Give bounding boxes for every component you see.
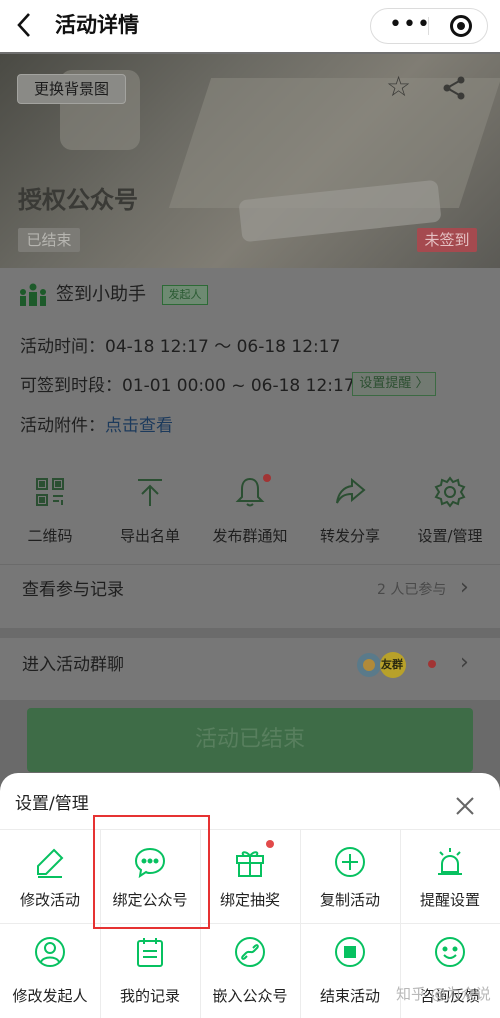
notification-dot [263,474,271,482]
reminder-settings-item[interactable]: 提醒设置 [400,830,500,922]
item-label: 提醒设置 [419,891,480,909]
change-initiator-item[interactable]: 修改发起人 [0,924,100,1016]
item-label: 嵌入公众号 [212,987,288,1005]
action-label: 发布群通知 [212,527,288,545]
qrcode-icon [34,476,66,508]
helper-name: 签到小助手 [56,284,146,305]
mini-program-capsule: ••• [370,8,488,44]
group-chat-label: 进入活动群聊 [22,655,124,675]
activity-time-label: 活动时间： [20,337,105,357]
group-avatars: 友群 [357,651,409,679]
notification-dot [266,840,274,848]
records-label: 查看参与记录 [22,580,124,600]
activity-time-row: 活动时间：04-18 12:17 ～ 06-18 12:17 [20,335,340,359]
status-ended-badge: 已结束 [18,228,80,252]
bind-lottery-item[interactable]: 绑定抽奖 [200,830,300,922]
divider [0,564,500,565]
unread-dot [428,660,436,668]
action-label: 二维码 [27,527,73,545]
user-icon [34,936,66,968]
forward-icon [334,476,366,508]
watermark: 知乎 @为众说 [396,985,491,1003]
plus-circle-icon [334,846,366,878]
gear-icon [434,476,466,508]
participant-count: 2 人已参与 [377,582,447,598]
more-dots-icon[interactable]: ••• [389,11,431,39]
change-background-button[interactable]: 更换背景图 [17,74,126,104]
set-reminder-button[interactable]: 设置提醒 〉 [352,372,436,396]
chevron-right-icon[interactable]: › [460,651,469,675]
copy-activity-item[interactable]: 复制活动 [300,830,400,922]
item-label: 结束活动 [319,987,380,1005]
stop-icon [334,936,366,968]
item-label: 绑定抽奖 [219,891,280,909]
capsule-divider [428,17,429,35]
link-icon [234,936,266,968]
edit-activity-item[interactable]: 修改活动 [0,830,100,922]
settings-manage-action[interactable]: 设置/管理 [401,474,499,554]
section-gap [0,628,500,638]
gift-icon [234,846,266,878]
group-chat-row[interactable]: 进入活动群聊 [22,653,124,677]
helper-logo-icon [18,282,48,308]
back-chevron-icon[interactable] [16,10,44,42]
avatar-text: 友群 [381,658,403,671]
embed-official-account-item[interactable]: 嵌入公众号 [200,924,300,1016]
close-icon[interactable] [454,795,476,817]
attachment-label: 活动附件： [20,416,105,436]
bell-icon [234,476,266,508]
end-activity-item[interactable]: 结束活动 [300,924,400,1016]
item-label: 修改活动 [19,891,80,909]
activity-title: 授权公众号 [18,186,138,214]
page-title: 活动详情 [55,13,139,37]
item-label: 修改发起人 [12,987,88,1005]
status-unsigned-badge: 未签到 [417,228,477,252]
export-icon [134,476,166,508]
my-records-item[interactable]: 我的记录 [100,924,200,1016]
group-notice-action[interactable]: 发布群通知 [201,474,299,554]
attachment-link[interactable]: 点击查看 [105,416,173,436]
star-icon[interactable]: ☆ [386,72,411,102]
alarm-icon [434,846,466,878]
target-icon[interactable] [450,15,472,37]
action-label: 导出名单 [119,527,180,545]
action-label: 设置/管理 [417,527,483,545]
highlight-box [93,815,210,929]
qrcode-action[interactable]: 二维码 [1,474,99,554]
item-label: 我的记录 [119,987,180,1005]
activity-time-value: 04-18 12:17 ～ 06-18 12:17 [105,337,341,357]
export-list-action[interactable]: 导出名单 [101,474,199,554]
sign-period-label: 可签到时段： [20,376,122,396]
activity-ended-button: 活动已结束 [27,708,473,772]
action-label: 转发分享 [319,527,380,545]
creator-badge: 发起人 [162,285,208,305]
chevron-right-icon[interactable]: › [460,576,469,600]
forward-share-action[interactable]: 转发分享 [301,474,399,554]
participation-records-row[interactable]: 查看参与记录 [22,578,124,602]
smile-icon [434,936,466,968]
item-label: 复制活动 [319,891,380,909]
sheet-title: 设置/管理 [15,794,89,814]
calendar-icon [134,936,166,968]
attachment-row: 活动附件：点击查看 [20,414,173,438]
sign-period-row: 可签到时段：01-01 00:00 ~ 06-18 12:17 [20,374,355,398]
sign-period-value: 01-01 00:00 ~ 06-18 12:17 [122,376,355,396]
edit-icon [34,846,66,878]
share-icon[interactable] [440,74,468,102]
